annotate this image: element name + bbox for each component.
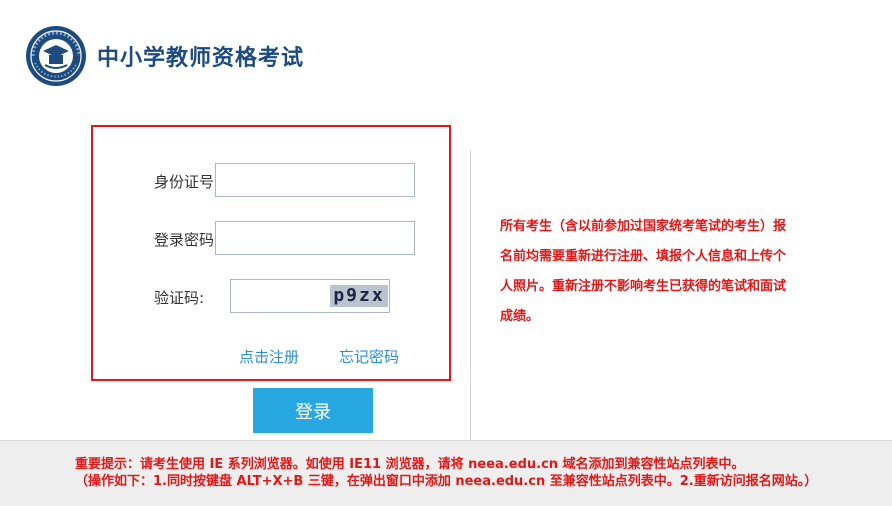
password-label: 登录密码: <box>153 231 219 249</box>
captcha-row: 验证码: <box>93 279 449 313</box>
login-button[interactable]: 登录 <box>253 388 373 433</box>
page: 中小学教师资格考试 身份证号: 登录密码: 验证码: p9zx 点击注册 忘记密… <box>0 0 892 506</box>
login-form: 身份证号: 登录密码: 验证码: p9zx 点击注册 忘记密码 <box>91 125 451 381</box>
id-number-label: 身份证号: <box>153 173 219 191</box>
forgot-password-link[interactable]: 忘记密码 <box>339 346 399 367</box>
password-input[interactable] <box>215 221 415 255</box>
site-title: 中小学教师资格考试 <box>97 46 305 71</box>
password-row: 登录密码: <box>93 221 449 255</box>
captcha-image-text: p9zx <box>333 285 385 306</box>
registration-notice: 所有考生（含以前参加过国家统考笔试的考生）报名前均需要重新进行注册、填报个人信息… <box>500 219 787 324</box>
header: 中小学教师资格考试 <box>0 0 892 100</box>
captcha-label: 验证码: <box>153 289 204 307</box>
exam-logo-icon <box>25 25 87 87</box>
id-number-input[interactable] <box>215 163 415 197</box>
vertical-divider <box>470 150 471 440</box>
footer-notice-line-2: （操作如下：1.同时按键盘 ALT+X+B 三键，在弹出窗口中添加 neea.e… <box>75 474 818 489</box>
register-link[interactable]: 点击注册 <box>239 346 299 367</box>
captcha-image[interactable]: p9zx <box>330 285 388 307</box>
id-number-row: 身份证号: <box>93 163 449 197</box>
footer-notice: 重要提示：请考生使用 IE 系列浏览器。如使用 IE11 浏览器，请将 neea… <box>0 440 892 506</box>
